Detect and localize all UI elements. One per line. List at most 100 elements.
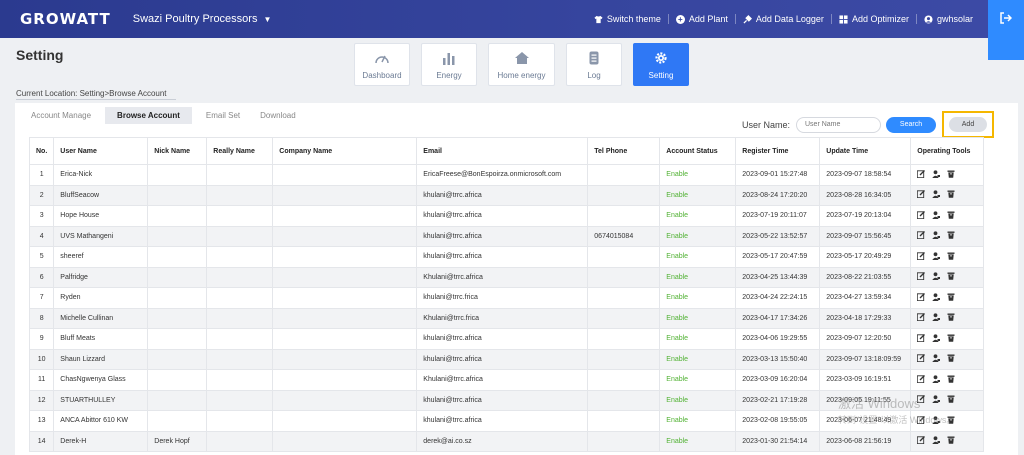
cell-nick-name [147,389,208,411]
table-row[interactable]: 8 Michelle Cullinan Khulani@trrc.frica Enab… [28,307,985,329]
user-name-input[interactable] [796,116,881,133]
caret-down-icon: ▼ [263,14,272,24]
edit-icon[interactable] [917,374,926,385]
row-tools [917,272,977,282]
edit-icon[interactable] [917,436,926,446]
growatt-logo[interactable]: GROWATT [20,10,111,28]
tab-account-manage[interactable]: Account Manage [25,107,97,126]
cell-update-time: 2023-03-09 16:19:51 [819,369,912,391]
user-permission-icon[interactable] [932,272,941,282]
cell-update-time: 2023-07-19 20:13:04 [819,205,912,227]
table-row[interactable]: 2 BluffSeacow khulani@trrc.africa Enable 202… [28,184,985,206]
search-button[interactable]: Search [886,116,936,133]
add-data-logger-button[interactable]: Add Data Logger [734,14,831,24]
tile-log[interactable]: Log [566,43,622,86]
cell-really-name [206,389,274,411]
delete-icon[interactable] [947,293,955,303]
cell-email: khulani@trrc.frica [416,287,589,309]
user-permission-icon[interactable] [932,436,941,446]
table-row[interactable]: 10 Shaun Lizzard khulani@trrc.africa Enable… [28,348,985,370]
cell-user-name: Shaun Lizzard [53,348,149,370]
table-row[interactable]: 6 Palfridge Khulani@trrc.africa Enable 2023-… [28,266,985,288]
tile-energy[interactable]: Energy [421,43,477,86]
edit-icon[interactable] [917,333,926,344]
user-permission-icon[interactable] [932,211,941,221]
user-permission-icon[interactable] [932,231,941,241]
user-permission-icon[interactable] [932,334,941,344]
row-tools [917,354,977,364]
cell-user-name: BluffSeacow [53,184,149,206]
cell-operating-tools [910,266,985,288]
col-update-time: Update Time [819,137,912,165]
add-button[interactable]: Add [949,117,987,132]
cell-register-time: 2023-05-22 13:52:57 [735,225,821,247]
delete-icon[interactable] [947,375,955,385]
table-row[interactable]: 9 Bluff Meats khulani@trrc.africa Enable 202… [28,328,985,350]
user-permission-icon[interactable] [932,293,941,303]
user-permission-icon[interactable] [932,354,941,364]
table-row[interactable]: 1 Erica-Nick EricaFreese@BonEspoirza.onmic… [28,164,985,186]
tab-browse-account[interactable]: Browse Account [105,107,192,126]
delete-icon[interactable] [947,231,955,241]
table-row[interactable]: 11 ChasNgwenya Glass Khulani@trrc.africa En… [28,369,985,391]
house-icon [514,52,529,64]
cell-really-name [206,328,274,350]
cell-nick-name [147,205,208,227]
cell-update-time: 2023-09-07 12:20:50 [819,328,912,350]
cell-update-time: 2023-09-07 18:58:54 [819,164,912,186]
cell-account-status: Enable [659,328,737,350]
table-row[interactable]: 4 UVS Mathangeni khulani@trrc.africa 067401… [28,225,985,247]
edit-icon[interactable] [917,210,926,221]
edit-icon[interactable] [917,313,926,323]
edit-icon[interactable] [917,354,926,364]
plant-selector[interactable]: Swazi Poultry Processors ▼ [133,13,272,25]
breadcrumb-divider [16,99,176,100]
cell-company-name [272,307,418,329]
switch-theme-button[interactable]: Switch theme [587,14,668,24]
cell-really-name [206,266,274,288]
table-row[interactable]: 5 sheeref khulani@trrc.africa Enable 2023-05… [28,246,985,268]
breadcrumb: Current Location: Setting>Browse Account [16,89,167,98]
cell-company-name [272,410,418,432]
tab-download[interactable]: Download [254,107,302,126]
edit-icon[interactable] [917,292,926,303]
cell-tel-phone [587,430,661,452]
user-permission-icon[interactable] [932,190,941,200]
logout-button[interactable] [988,0,1024,60]
table-row[interactable]: 7 Ryden khulani@trrc.frica Enable 2023-04-24… [28,287,985,309]
add-button-highlight: Add [942,111,994,138]
tab-email-set[interactable]: Email Set [200,107,246,126]
add-plant-button[interactable]: + Add Plant [667,14,735,24]
cell-register-time: 2023-05-17 20:47:59 [735,246,821,268]
cell-user-name: Palfridge [53,266,149,288]
add-optimizer-button[interactable]: Add Optimizer [830,14,916,24]
user-permission-icon[interactable] [932,252,941,262]
table-row[interactable]: 14 Derek-H Derek Hopf derek@ai.co.sz Enable 2… [28,430,985,452]
edit-icon[interactable] [917,251,926,262]
user-permission-icon[interactable] [932,313,941,323]
user-permission-icon[interactable] [932,375,941,385]
cell-nick-name [147,328,208,350]
delete-icon[interactable] [947,272,955,282]
cell-register-time: 2023-07-19 20:11:07 [735,205,821,227]
delete-icon[interactable] [947,313,955,323]
delete-icon[interactable] [947,436,955,446]
delete-icon[interactable] [947,252,955,262]
table-row[interactable]: 3 Hope House khulani@trrc.africa Enable 2023… [28,205,985,227]
delete-icon[interactable] [947,334,955,344]
user-permission-icon[interactable] [932,170,941,180]
delete-icon[interactable] [947,354,955,364]
delete-icon[interactable] [947,170,955,180]
tile-home-energy[interactable]: Home energy [488,43,555,86]
user-menu[interactable]: gwhsolar [915,14,980,24]
cell-operating-tools [910,430,985,452]
shirt-icon [594,15,603,24]
edit-icon[interactable] [917,190,926,200]
delete-icon[interactable] [947,211,955,221]
tile-dashboard[interactable]: Dashboard [354,43,410,86]
edit-icon[interactable] [917,272,926,282]
edit-icon[interactable] [917,231,926,241]
tile-setting[interactable]: Setting [633,43,689,86]
delete-icon[interactable] [947,190,955,200]
edit-icon[interactable] [917,169,926,180]
